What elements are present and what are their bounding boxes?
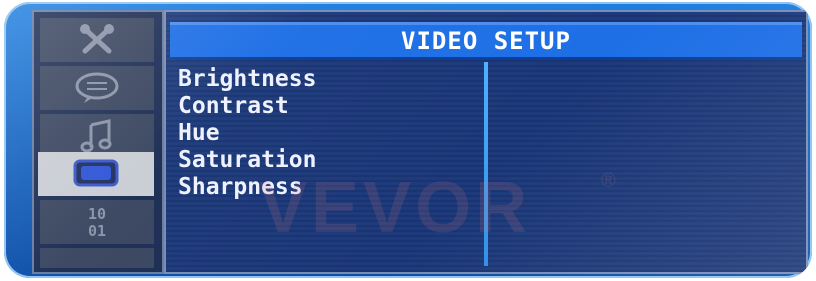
svg-text:01: 01: [88, 222, 106, 240]
monitor-screen: 10 01 VIDEO SETUP Brightness Contrast Hu…: [4, 2, 812, 278]
watermark-registered-mark: ®: [601, 170, 616, 192]
osd-icon-rail: 10 01: [32, 10, 164, 274]
title-bar: VIDEO SETUP: [170, 22, 802, 60]
rail-item-video[interactable]: [38, 152, 154, 196]
menu-item-brightness[interactable]: Brightness: [178, 66, 316, 93]
tools-icon: [77, 23, 117, 57]
vevor-watermark: VEVOR: [259, 168, 532, 248]
svg-text:10: 10: [88, 205, 106, 223]
binary-digits-icon: 10 01: [79, 204, 115, 240]
rail-item-digital[interactable]: 10 01: [40, 200, 154, 244]
menu-item-contrast[interactable]: Contrast: [178, 93, 316, 120]
menu-item-hue[interactable]: Hue: [178, 120, 316, 147]
music-note-icon: [77, 119, 117, 153]
rail-item-general[interactable]: [40, 18, 154, 62]
rail-item-empty: [40, 248, 154, 268]
rail-item-language[interactable]: [40, 66, 154, 110]
speech-bubble-icon: [74, 71, 120, 105]
page-title: VIDEO SETUP: [401, 27, 571, 55]
monitor-icon: [72, 158, 120, 190]
